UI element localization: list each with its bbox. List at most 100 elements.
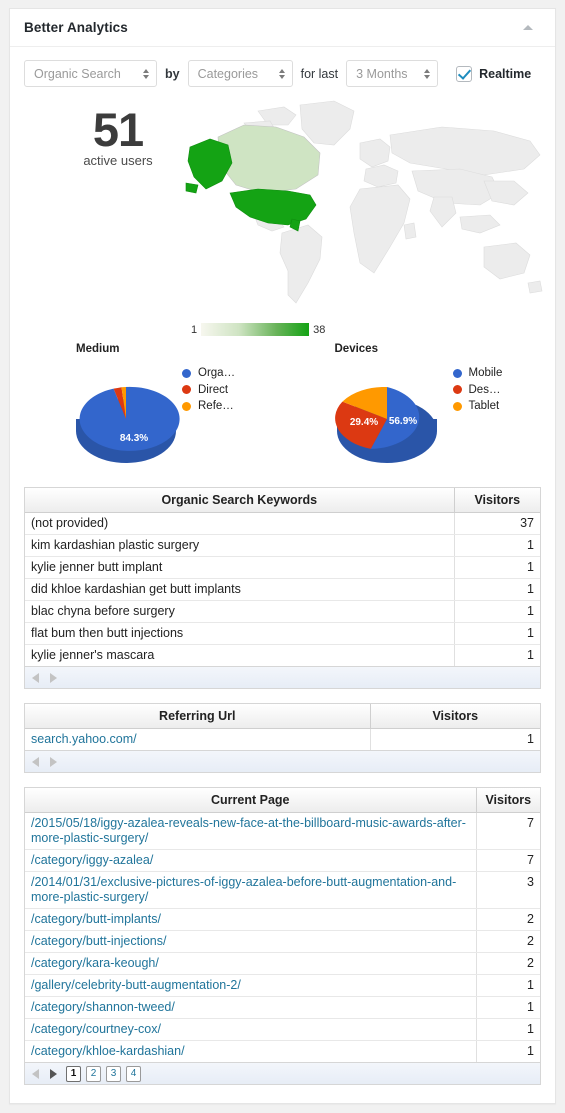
filters-toolbar: Organic Search by Categories for last 3 … [10, 47, 555, 97]
column-header-current-page[interactable]: Current Page [25, 788, 476, 813]
period-select-value: 3 Months [356, 66, 408, 81]
column-header-referring-url[interactable]: Referring Url [25, 704, 370, 729]
row-visitors: 7 [475, 849, 540, 872]
row-visitors: 1 [369, 728, 540, 750]
legend-label: Direct [198, 383, 229, 396]
devices-pie-legend: Mobile Des… Tablet [452, 365, 503, 415]
period-select[interactable]: 3 Months [346, 60, 439, 87]
legend-item[interactable]: Orga… [182, 365, 235, 382]
updown-arrows-icon [143, 68, 151, 79]
table-row[interactable]: /category/khloe-kardashian/1 [25, 1040, 540, 1063]
row-visitors: 1 [453, 600, 540, 623]
table-row[interactable]: kylie jenner butt implant 1 [25, 556, 540, 579]
svg-text:56.9%: 56.9% [388, 416, 416, 427]
legend-label: Tablet [468, 400, 500, 413]
table-header-row: Organic Search Keywords Visitors [25, 488, 540, 513]
column-header-visitors[interactable]: Visitors [453, 488, 540, 513]
legend-item[interactable]: Mobile [452, 365, 502, 382]
table-row[interactable]: /category/butt-injections/2 [25, 930, 540, 953]
page-number-button[interactable]: 3 [106, 1065, 121, 1082]
pages-table: Current Page Visitors /2015/05/18/iggy-a… [24, 787, 541, 1085]
checkbox-checked-icon[interactable] [456, 65, 473, 82]
row-visitors: 2 [475, 930, 540, 953]
for-last-label: for last [300, 66, 339, 81]
by-label: by [165, 66, 180, 81]
medium-pie-title: Medium [76, 343, 120, 355]
row-visitors: 1 [453, 622, 540, 645]
table-row[interactable]: /category/butt-implants/2 [25, 908, 540, 931]
page-number-button[interactable]: 2 [86, 1065, 101, 1082]
legend-label: Des… [468, 383, 501, 396]
medium-pie-chart[interactable]: 84.3% [70, 369, 182, 475]
row-link[interactable]: /category/shannon-tweed/ [25, 996, 476, 1019]
geo-map-section: 51 active users [16, 97, 549, 337]
column-header-visitors[interactable]: Visitors [369, 704, 540, 729]
medium-pie-block: Medium 84.3% Orga… Direct Refe… [10, 337, 283, 475]
legend-item[interactable]: Des… [452, 382, 503, 399]
table-row[interactable]: kylie jenner's mascara 1 [25, 644, 540, 666]
table-row[interactable]: /category/shannon-tweed/1 [25, 996, 540, 1019]
page-number-button[interactable]: 4 [126, 1065, 141, 1082]
legend-item[interactable]: Tablet [452, 398, 503, 415]
table-row[interactable]: /category/kara-keough/2 [25, 952, 540, 975]
legend-item[interactable]: Direct [182, 382, 235, 399]
row-link[interactable]: /category/iggy-azalea/ [25, 849, 476, 872]
table-row[interactable]: /category/courtney-cox/1 [25, 1018, 540, 1041]
row-link[interactable]: /category/courtney-cox/ [25, 1018, 476, 1041]
row-visitors: 1 [475, 1040, 540, 1062]
table-row[interactable]: (not provided) 37 [25, 512, 540, 535]
source-select[interactable]: Organic Search [24, 60, 157, 87]
svg-text:84.3%: 84.3% [120, 433, 148, 444]
table-row[interactable]: flat bum then butt injections 1 [25, 622, 540, 645]
triangle-right-icon[interactable] [46, 670, 61, 685]
table-row[interactable]: did khloe kardashian get butt implants 1 [25, 578, 540, 601]
legend-item[interactable]: Refe… [182, 398, 235, 415]
updown-arrows-icon [424, 68, 432, 79]
row-link[interactable]: search.yahoo.com/ [25, 729, 370, 751]
svg-text:29.4%: 29.4% [349, 417, 377, 428]
keywords-table-body: (not provided) 37 kim kardashian plastic s… [25, 512, 540, 666]
row-link[interactable]: /gallery/celebrity-butt-augmentation-2/ [25, 974, 476, 997]
row-visitors: 1 [475, 996, 540, 1019]
table-row[interactable]: kim kardashian plastic surgery 1 [25, 534, 540, 557]
devices-pie-chart[interactable]: 56.9% 29.4% [331, 369, 443, 475]
panel-header: Better Analytics [10, 9, 555, 47]
row-visitors: 1 [475, 974, 540, 997]
table-row[interactable]: /category/iggy-azalea/7 [25, 849, 540, 872]
triangle-right-icon[interactable] [46, 754, 61, 769]
row-link[interactable]: /category/butt-implants/ [25, 908, 476, 931]
realtime-toggle[interactable]: Realtime [456, 65, 531, 82]
referrers-table: Referring Url Visitors search.yahoo.com/… [24, 703, 541, 773]
collapse-panel-button[interactable] [513, 9, 543, 46]
row-label: did khloe kardashian get butt implants [25, 578, 454, 601]
table-row[interactable]: blac chyna before surgery 1 [25, 600, 540, 623]
row-label: kylie jenner's mascara [31, 648, 155, 662]
table-row[interactable]: /gallery/celebrity-butt-augmentation-2/1 [25, 974, 540, 997]
table-row[interactable]: /2014/01/31/exclusive-pictures-of-iggy-a… [25, 871, 540, 909]
dimension-select[interactable]: Categories [187, 60, 293, 87]
row-label: (not provided) [25, 512, 454, 535]
row-link[interactable]: /category/butt-injections/ [25, 930, 476, 953]
row-link[interactable]: /category/kara-keough/ [25, 952, 476, 975]
triangle-left-icon[interactable] [28, 754, 43, 769]
column-header-keywords[interactable]: Organic Search Keywords [25, 488, 454, 513]
row-link[interactable]: /category/khloe-kardashian/ [25, 1041, 476, 1063]
row-visitors: 2 [475, 952, 540, 975]
page-number-button[interactable]: 1 [66, 1065, 81, 1082]
triangle-left-icon[interactable] [28, 670, 43, 685]
caret-up-icon [523, 25, 533, 30]
table-row[interactable]: search.yahoo.com/1 [25, 728, 540, 751]
keywords-table-pager [25, 666, 540, 688]
column-header-visitors[interactable]: Visitors [475, 788, 540, 813]
world-map[interactable] [184, 97, 556, 319]
row-visitors: 3 [475, 871, 540, 909]
triangle-right-icon[interactable] [46, 1066, 61, 1081]
row-visitors: 2 [475, 908, 540, 931]
table-header-row: Current Page Visitors [25, 788, 540, 813]
row-link[interactable]: /2014/01/31/exclusive-pictures-of-iggy-a… [25, 871, 476, 909]
row-visitors: 1 [453, 644, 540, 666]
row-link[interactable]: /2015/05/18/iggy-azalea-reveals-new-face… [25, 812, 476, 850]
pages-table-body: /2015/05/18/iggy-azalea-reveals-new-face… [25, 812, 540, 1063]
triangle-left-icon[interactable] [28, 1066, 43, 1081]
table-row[interactable]: /2015/05/18/iggy-azalea-reveals-new-face… [25, 812, 540, 850]
